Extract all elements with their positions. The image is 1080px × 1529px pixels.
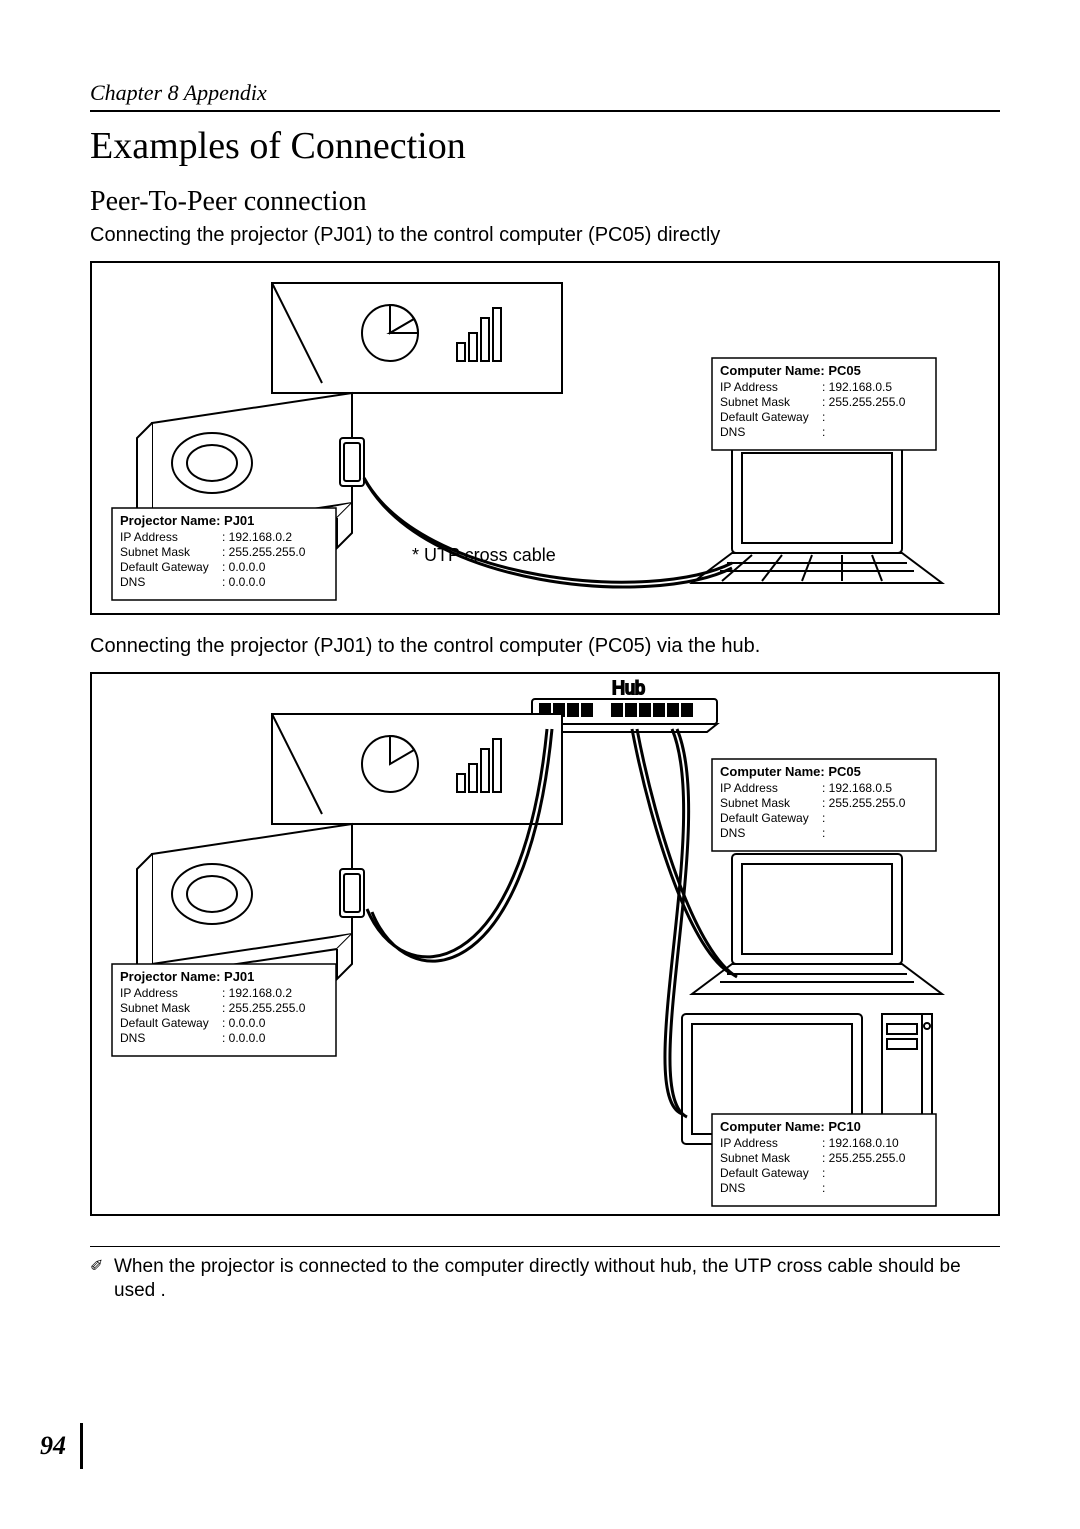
pc10-v2: :: [822, 1166, 825, 1180]
pc05b-v3: :: [822, 826, 825, 840]
proj2-v3: : 0.0.0.0: [222, 1031, 266, 1045]
pc05b-k2: Default Gateway: [720, 811, 809, 825]
page-number: 94: [40, 1423, 83, 1469]
proj2-k0: IP Address: [120, 986, 178, 1000]
pc05-row-v2: :: [822, 410, 825, 424]
pc10-title: Computer Name: PC10: [720, 1119, 861, 1134]
projector-row-k2: Default Gateway: [120, 560, 209, 574]
proj2-v0: : 192.168.0.2: [222, 986, 292, 1000]
projector-row-k1: Subnet Mask: [120, 545, 191, 559]
diagram-via-hub: Hub: [90, 672, 1000, 1216]
footnote: ✐ When the projector is connected to the…: [90, 1255, 1000, 1303]
pc05b-k0: IP Address: [720, 781, 778, 795]
pc10-k3: DNS: [720, 1181, 745, 1195]
description-2: Connecting the projector (PJ01) to the c…: [90, 635, 1000, 658]
pc05-row-k1: Subnet Mask: [720, 395, 791, 409]
pc05-row-v1: : 255.255.255.0: [822, 395, 906, 409]
footnote-text: When the projector is connected to the c…: [114, 1256, 961, 1301]
chapter-header: Chapter 8 Appendix: [90, 80, 1000, 112]
projection-screen-icon: [272, 714, 562, 824]
pc10-v0: : 192.168.0.10: [822, 1136, 899, 1150]
pc10-k0: IP Address: [720, 1136, 778, 1150]
hub-label: Hub: [612, 678, 645, 698]
proj2-k1: Subnet Mask: [120, 1001, 191, 1015]
proj2-k2: Default Gateway: [120, 1016, 209, 1030]
cable-icon: [364, 478, 732, 587]
pc05b-v0: : 192.168.0.5: [822, 781, 892, 795]
projector-name-title-2: Projector Name: PJ01: [120, 969, 254, 984]
pc05-row-k3: DNS: [720, 425, 745, 439]
proj2-k3: DNS: [120, 1031, 145, 1045]
pc10-k2: Default Gateway: [720, 1166, 809, 1180]
pc10-v3: :: [822, 1181, 825, 1195]
projector-row-k0: IP Address: [120, 530, 178, 544]
pc05-row-v0: : 192.168.0.5: [822, 380, 892, 394]
pc05b-v2: :: [822, 811, 825, 825]
projector-row-v2: : 0.0.0.0: [222, 560, 266, 574]
projector-name-title: Projector Name: PJ01: [120, 513, 254, 528]
pc05-row-k0: IP Address: [720, 380, 778, 394]
section-title: Peer-To-Peer connection: [90, 186, 1000, 218]
pc05-title: Computer Name: PC05: [720, 363, 861, 378]
projector-row-k3: DNS: [120, 575, 145, 589]
proj2-v2: : 0.0.0.0: [222, 1016, 266, 1030]
pencil-icon: ✐: [90, 1257, 103, 1277]
pc10-k1: Subnet Mask: [720, 1151, 791, 1165]
pc05-row-k2: Default Gateway: [720, 410, 809, 424]
pc05b-k1: Subnet Mask: [720, 796, 791, 810]
projector-row-v3: : 0.0.0.0: [222, 575, 266, 589]
description-1: Connecting the projector (PJ01) to the c…: [90, 224, 1000, 247]
projector-row-v0: : 192.168.0.2: [222, 530, 292, 544]
pc05b-v1: : 255.255.255.0: [822, 796, 906, 810]
pc05-row-v3: :: [822, 425, 825, 439]
pc05-title-2: Computer Name: PC05: [720, 764, 861, 779]
projector-icon: [137, 824, 364, 979]
footnote-rule: [90, 1246, 1000, 1247]
laptop-icon: [692, 443, 942, 583]
projection-screen-icon: [272, 283, 562, 393]
pc05b-k3: DNS: [720, 826, 745, 840]
pc10-v1: : 255.255.255.0: [822, 1151, 906, 1165]
cable-label: * UTP cross cable: [412, 545, 556, 565]
page-title: Examples of Connection: [90, 124, 1000, 168]
proj2-v1: : 255.255.255.0: [222, 1001, 306, 1015]
diagram-peer-to-peer: * UTP cross cable Projector Name: PJ01 I…: [90, 261, 1000, 615]
projector-row-v1: : 255.255.255.0: [222, 545, 306, 559]
